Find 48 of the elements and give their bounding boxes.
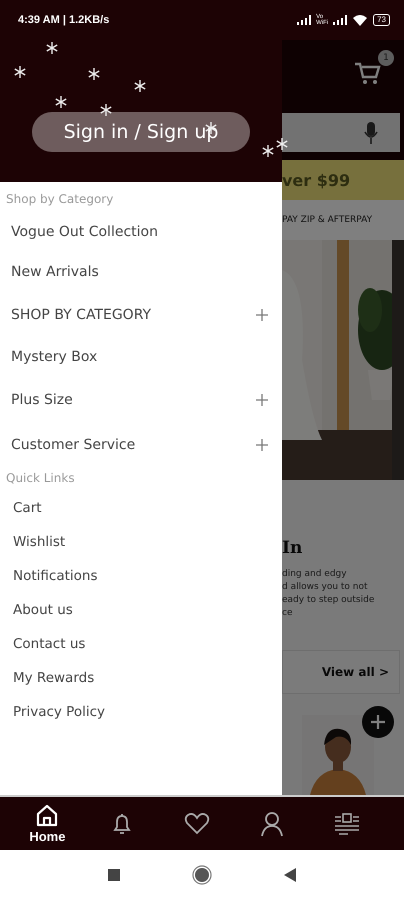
menu-item[interactable]: Customer Service bbox=[0, 422, 282, 467]
menu-item[interactable]: Cart bbox=[0, 491, 282, 525]
back-button[interactable] bbox=[284, 868, 296, 882]
section-description: ding and edgy d allows you to not eady to step outside ce bbox=[282, 568, 376, 620]
menu-item[interactable]: My Rewards bbox=[0, 661, 282, 695]
add-button[interactable] bbox=[362, 706, 394, 738]
snowflake-icon bbox=[55, 96, 67, 108]
snowflake-icon bbox=[14, 66, 26, 78]
menu-item[interactable]: Privacy Policy bbox=[0, 695, 282, 729]
menu-item[interactable]: Contact us bbox=[0, 627, 282, 661]
menu-item[interactable]: Vogue Out Collection bbox=[0, 212, 282, 252]
home-button[interactable] bbox=[192, 865, 212, 885]
status-time: 4:39 AM | 1.2KB/s bbox=[18, 14, 110, 26]
menu-item[interactable]: About us bbox=[0, 593, 282, 627]
snowflake-icon bbox=[88, 68, 100, 80]
section-title: Quick Links bbox=[5, 470, 76, 487]
heart-icon bbox=[184, 812, 210, 836]
expand-icon[interactable] bbox=[256, 308, 268, 320]
signal-icon bbox=[333, 15, 348, 25]
expand-icon[interactable] bbox=[256, 438, 268, 450]
user-icon bbox=[260, 810, 284, 836]
section-title: Shop by Category bbox=[5, 191, 114, 208]
snowflake-icon bbox=[134, 80, 146, 92]
snowflake-icon bbox=[46, 42, 58, 54]
menu-item[interactable]: Plus Size bbox=[0, 377, 282, 422]
cart-count-badge: 1 bbox=[378, 50, 394, 66]
snowflake-icon bbox=[276, 138, 288, 150]
news-icon bbox=[334, 812, 360, 834]
snowflake-icon bbox=[262, 145, 274, 157]
payment-note: PAY ZIP & AFTERPAY bbox=[282, 200, 404, 240]
menu-item[interactable]: Mystery Box bbox=[0, 337, 282, 377]
home-icon bbox=[35, 804, 60, 828]
signal-icon bbox=[297, 15, 312, 25]
promo-banner: ver $99 bbox=[282, 160, 404, 200]
menu-item[interactable]: Notifications bbox=[0, 559, 282, 593]
nav-tab[interactable]: Home bbox=[24, 804, 70, 844]
section-heading: In bbox=[282, 538, 304, 558]
menu-item[interactable]: SHOP BY CATEGORY bbox=[0, 292, 282, 337]
menu-item[interactable]: Wishlist bbox=[0, 525, 282, 559]
view-all-link[interactable]: View all > bbox=[322, 665, 389, 679]
plus-icon bbox=[370, 714, 386, 730]
snowflake-icon bbox=[100, 104, 112, 116]
wifi-icon bbox=[352, 14, 368, 26]
menu-item[interactable]: New Arrivals bbox=[0, 252, 282, 292]
battery-indicator: 73 bbox=[373, 14, 390, 26]
microphone-icon[interactable] bbox=[364, 122, 378, 144]
search-field[interactable] bbox=[282, 113, 400, 152]
expand-icon[interactable] bbox=[256, 394, 268, 406]
